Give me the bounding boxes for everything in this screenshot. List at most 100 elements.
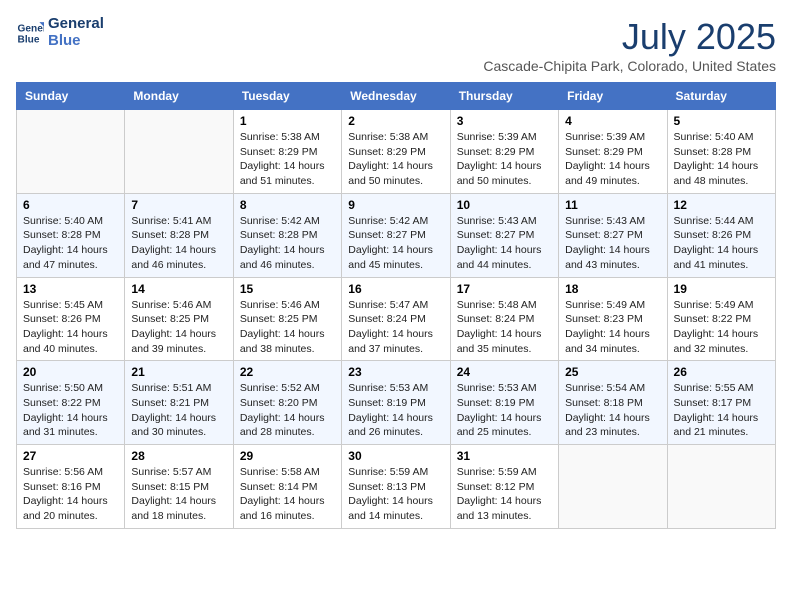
calendar-cell: 31 Sunrise: 5:59 AMSunset: 8:12 PMDayligh…: [450, 445, 558, 529]
calendar-cell: 26 Sunrise: 5:55 AMSunset: 8:17 PMDayligh…: [667, 361, 775, 445]
day-info: Sunrise: 5:49 AMSunset: 8:23 PMDaylight:…: [565, 298, 660, 357]
day-info: Sunrise: 5:43 AMSunset: 8:27 PMDaylight:…: [565, 214, 660, 273]
day-info: Sunrise: 5:53 AMSunset: 8:19 PMDaylight:…: [457, 381, 552, 440]
calendar-cell: 15 Sunrise: 5:46 AMSunset: 8:25 PMDayligh…: [233, 277, 341, 361]
day-number: 17: [457, 282, 552, 296]
calendar-cell: 19 Sunrise: 5:49 AMSunset: 8:22 PMDayligh…: [667, 277, 775, 361]
svg-text:Blue: Blue: [18, 34, 40, 45]
calendar-cell: 11 Sunrise: 5:43 AMSunset: 8:27 PMDayligh…: [559, 193, 667, 277]
header-thursday: Thursday: [450, 83, 558, 110]
calendar-cell: 3 Sunrise: 5:39 AMSunset: 8:29 PMDaylight…: [450, 110, 558, 194]
day-header-row: SundayMondayTuesdayWednesdayThursdayFrid…: [17, 83, 776, 110]
day-number: 2: [348, 114, 443, 128]
logo-icon: General Blue: [16, 19, 44, 47]
calendar-cell: 13Sunrise: 5:45 AMSunset: 8:26 PMDayligh…: [17, 277, 125, 361]
calendar-cell: [667, 445, 775, 529]
day-info: Sunrise: 5:49 AMSunset: 8:22 PMDaylight:…: [674, 298, 769, 357]
day-number: 15: [240, 282, 335, 296]
calendar-table: SundayMondayTuesdayWednesdayThursdayFrid…: [16, 82, 776, 529]
week-row-3: 13Sunrise: 5:45 AMSunset: 8:26 PMDayligh…: [17, 277, 776, 361]
calendar-cell: 18 Sunrise: 5:49 AMSunset: 8:23 PMDayligh…: [559, 277, 667, 361]
day-info: Sunrise: 5:38 AMSunset: 8:29 PMDaylight:…: [240, 130, 335, 189]
day-info: Sunrise: 5:59 AMSunset: 8:12 PMDaylight:…: [457, 465, 552, 524]
calendar-cell: 21 Sunrise: 5:51 AMSunset: 8:21 PMDayligh…: [125, 361, 233, 445]
day-info: Sunrise: 5:41 AMSunset: 8:28 PMDaylight:…: [131, 214, 226, 273]
day-number: 6: [23, 198, 118, 212]
day-number: 25: [565, 365, 660, 379]
calendar-cell: 25 Sunrise: 5:54 AMSunset: 8:18 PMDayligh…: [559, 361, 667, 445]
header-sunday: Sunday: [17, 83, 125, 110]
day-number: 14: [131, 282, 226, 296]
week-row-5: 27 Sunrise: 5:56 AMSunset: 8:16 PMDayligh…: [17, 445, 776, 529]
day-number: 27: [23, 449, 118, 463]
day-number: 3: [457, 114, 552, 128]
day-number: 22: [240, 365, 335, 379]
header-wednesday: Wednesday: [342, 83, 450, 110]
svg-text:General: General: [18, 23, 44, 34]
calendar-cell: 10Sunrise: 5:43 AMSunset: 8:27 PMDayligh…: [450, 193, 558, 277]
calendar-cell: 27 Sunrise: 5:56 AMSunset: 8:16 PMDayligh…: [17, 445, 125, 529]
day-number: 31: [457, 449, 552, 463]
calendar-cell: [125, 110, 233, 194]
day-number: 10: [457, 198, 552, 212]
calendar-cell: 28Sunrise: 5:57 AMSunset: 8:15 PMDayligh…: [125, 445, 233, 529]
day-number: 12: [674, 198, 769, 212]
calendar-cell: 8 Sunrise: 5:42 AMSunset: 8:28 PMDaylight…: [233, 193, 341, 277]
day-number: 30: [348, 449, 443, 463]
header-monday: Monday: [125, 83, 233, 110]
day-number: 21: [131, 365, 226, 379]
logo: General Blue General Blue: [16, 16, 104, 49]
calendar-cell: 29Sunrise: 5:58 AMSunset: 8:14 PMDayligh…: [233, 445, 341, 529]
day-info: Sunrise: 5:42 AMSunset: 8:28 PMDaylight:…: [240, 214, 335, 273]
day-number: 16: [348, 282, 443, 296]
title-area: July 2025 Cascade-Chipita Park, Colorado…: [483, 16, 776, 74]
day-info: Sunrise: 5:58 AMSunset: 8:14 PMDaylight:…: [240, 465, 335, 524]
day-info: Sunrise: 5:54 AMSunset: 8:18 PMDaylight:…: [565, 381, 660, 440]
day-info: Sunrise: 5:45 AMSunset: 8:26 PMDaylight:…: [23, 298, 118, 357]
day-number: 23: [348, 365, 443, 379]
day-info: Sunrise: 5:56 AMSunset: 8:16 PMDaylight:…: [23, 465, 118, 524]
day-info: Sunrise: 5:39 AMSunset: 8:29 PMDaylight:…: [565, 130, 660, 189]
calendar-cell: 7 Sunrise: 5:41 AMSunset: 8:28 PMDaylight…: [125, 193, 233, 277]
week-row-4: 20Sunrise: 5:50 AMSunset: 8:22 PMDayligh…: [17, 361, 776, 445]
day-info: Sunrise: 5:53 AMSunset: 8:19 PMDaylight:…: [348, 381, 443, 440]
day-number: 19: [674, 282, 769, 296]
calendar-cell: 30Sunrise: 5:59 AMSunset: 8:13 PMDayligh…: [342, 445, 450, 529]
day-number: 8: [240, 198, 335, 212]
week-row-2: 6 Sunrise: 5:40 AMSunset: 8:28 PMDaylight…: [17, 193, 776, 277]
month-title: July 2025: [483, 16, 776, 58]
day-info: Sunrise: 5:40 AMSunset: 8:28 PMDaylight:…: [23, 214, 118, 273]
calendar-cell: 23 Sunrise: 5:53 AMSunset: 8:19 PMDayligh…: [342, 361, 450, 445]
day-info: Sunrise: 5:52 AMSunset: 8:20 PMDaylight:…: [240, 381, 335, 440]
day-info: Sunrise: 5:46 AMSunset: 8:25 PMDaylight:…: [131, 298, 226, 357]
calendar-cell: 17 Sunrise: 5:48 AMSunset: 8:24 PMDayligh…: [450, 277, 558, 361]
day-info: Sunrise: 5:46 AMSunset: 8:25 PMDaylight:…: [240, 298, 335, 357]
calendar-cell: [17, 110, 125, 194]
day-info: Sunrise: 5:51 AMSunset: 8:21 PMDaylight:…: [131, 381, 226, 440]
day-number: 1: [240, 114, 335, 128]
header-friday: Friday: [559, 83, 667, 110]
day-info: Sunrise: 5:39 AMSunset: 8:29 PMDaylight:…: [457, 130, 552, 189]
day-number: 26: [674, 365, 769, 379]
day-info: Sunrise: 5:47 AMSunset: 8:24 PMDaylight:…: [348, 298, 443, 357]
day-number: 9: [348, 198, 443, 212]
day-number: 18: [565, 282, 660, 296]
day-number: 7: [131, 198, 226, 212]
day-number: 24: [457, 365, 552, 379]
day-info: Sunrise: 5:55 AMSunset: 8:17 PMDaylight:…: [674, 381, 769, 440]
day-info: Sunrise: 5:38 AMSunset: 8:29 PMDaylight:…: [348, 130, 443, 189]
calendar-cell: 24 Sunrise: 5:53 AMSunset: 8:19 PMDayligh…: [450, 361, 558, 445]
day-number: 11: [565, 198, 660, 212]
calendar-cell: 14 Sunrise: 5:46 AMSunset: 8:25 PMDayligh…: [125, 277, 233, 361]
day-info: Sunrise: 5:44 AMSunset: 8:26 PMDaylight:…: [674, 214, 769, 273]
day-info: Sunrise: 5:40 AMSunset: 8:28 PMDaylight:…: [674, 130, 769, 189]
logo-line1: General: [48, 16, 104, 33]
calendar-cell: 4Sunrise: 5:39 AMSunset: 8:29 PMDaylight…: [559, 110, 667, 194]
day-info: Sunrise: 5:48 AMSunset: 8:24 PMDaylight:…: [457, 298, 552, 357]
header-tuesday: Tuesday: [233, 83, 341, 110]
day-number: 20: [23, 365, 118, 379]
logo-line2: Blue: [48, 33, 104, 50]
calendar-cell: 2 Sunrise: 5:38 AMSunset: 8:29 PMDaylight…: [342, 110, 450, 194]
day-number: 28: [131, 449, 226, 463]
calendar-cell: 12 Sunrise: 5:44 AMSunset: 8:26 PMDayligh…: [667, 193, 775, 277]
